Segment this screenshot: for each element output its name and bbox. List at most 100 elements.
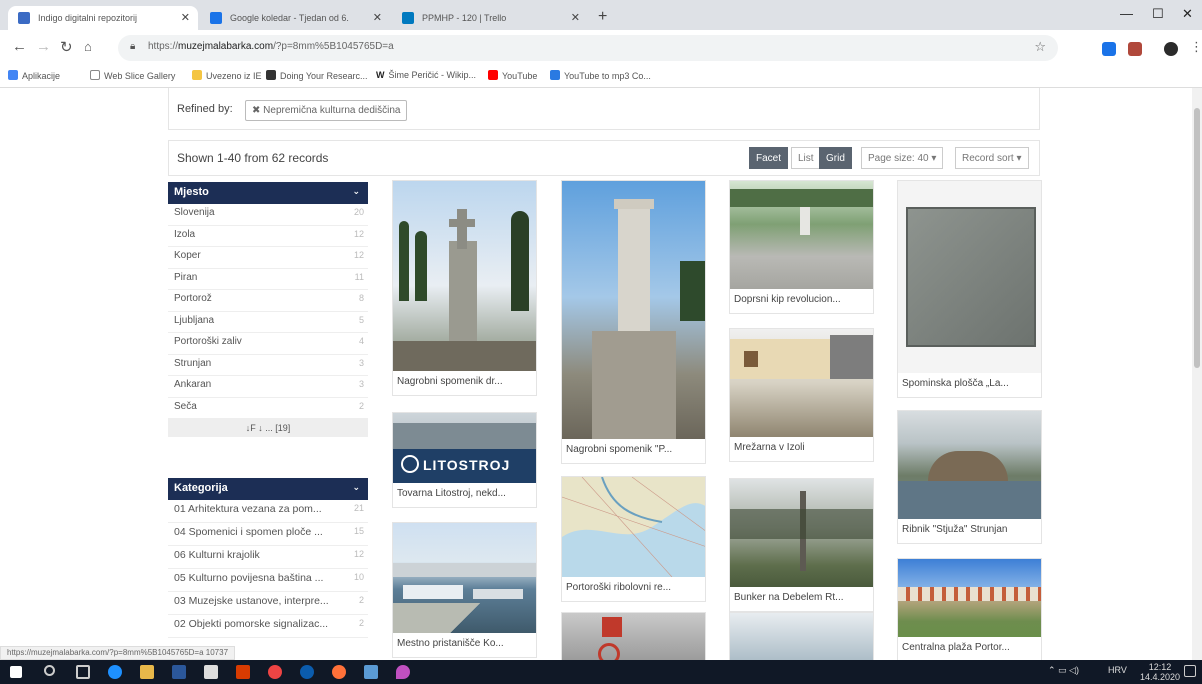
record-card[interactable]: LITOSTROJ Tovarna Litostroj, nekd...: [392, 412, 537, 508]
star-icon[interactable]: ☆: [1034, 39, 1046, 55]
record-card[interactable]: Bunker na Debelem Rt...: [729, 478, 874, 612]
record-card[interactable]: Spominska plošča „La...: [897, 180, 1042, 398]
extension-icon[interactable]: [1128, 42, 1142, 56]
bookmark-research[interactable]: Doing Your Researc...: [266, 70, 368, 81]
record-thumbnail: [898, 411, 1041, 519]
maximize-icon[interactable]: ☐: [1152, 6, 1164, 22]
bookmark-youtube[interactable]: YouTube: [488, 70, 537, 81]
scrollbar-thumb[interactable]: [1194, 108, 1200, 368]
bookmark-label: YouTube to mp3 Co...: [564, 71, 651, 81]
firefox-icon[interactable]: [332, 665, 346, 679]
task-view-icon[interactable]: [76, 665, 90, 679]
facet-item[interactable]: Portoroški zaliv 4: [168, 333, 368, 355]
extension-icon[interactable]: [1102, 42, 1116, 56]
chevron-down-icon[interactable]: ⌄: [352, 482, 360, 493]
facet-item[interactable]: Portorož 8: [168, 290, 368, 312]
facet-item[interactable]: 04 Spomenici i spomen ploče ... 15: [168, 523, 368, 546]
chrome-icon[interactable]: [268, 665, 282, 679]
results-bar: Shown 1-40 from 62 records Facet List Gr…: [168, 140, 1040, 176]
record-card[interactable]: [561, 612, 706, 664]
facet-item-label: 01 Arhitektura vezana za pom...: [174, 503, 322, 515]
facet-button[interactable]: Facet: [749, 147, 789, 169]
facet-item[interactable]: Strunjan 3: [168, 355, 368, 376]
bookmark-ie[interactable]: Uvezeno iz IE: [192, 70, 262, 81]
search-icon[interactable]: [44, 665, 55, 676]
tray-icons[interactable]: ⌃ ▭ ◁): [1048, 665, 1079, 676]
facet-item[interactable]: Seča 2: [168, 398, 368, 419]
facet-item[interactable]: Slovenija 20: [168, 204, 368, 226]
window-close-icon[interactable]: ✕: [1182, 6, 1193, 22]
bookmark-youtube-mp3[interactable]: YouTube to mp3 Co...: [550, 70, 651, 81]
record-sort-dropdown[interactable]: Record sort ▾: [955, 147, 1029, 169]
profile-avatar[interactable]: [1164, 42, 1178, 56]
record-card[interactable]: Doprsni kip revolucion...: [729, 180, 874, 314]
facet-item[interactable]: Piran 11: [168, 269, 368, 290]
remove-filter-icon[interactable]: ✖: [252, 105, 263, 116]
list-view-button[interactable]: List: [791, 147, 821, 169]
tab-title: PPMHP - 120 | Trello: [422, 13, 507, 23]
close-icon[interactable]: ✕: [571, 6, 580, 30]
facet-item[interactable]: 01 Arhitektura vezana za pom... 21: [168, 500, 368, 523]
facet-item[interactable]: Ljubljana 5: [168, 312, 368, 333]
bookmark-apps[interactable]: Aplikacije: [8, 70, 60, 81]
record-card[interactable]: Mrežarna v Izoli: [729, 328, 874, 462]
refine-chip[interactable]: ✖ Nepremična kulturna dediščina: [245, 100, 408, 121]
record-card[interactable]: Nagrobni spomenik "P...: [561, 180, 706, 464]
close-icon[interactable]: ✕: [181, 6, 190, 30]
app-icon[interactable]: [300, 665, 314, 679]
facet-item[interactable]: Ankaran 3: [168, 376, 368, 398]
map-thumbnail-graphic: [562, 477, 705, 577]
page-scrollbar[interactable]: [1192, 88, 1202, 664]
file-explorer-icon[interactable]: [140, 665, 154, 679]
edge-icon[interactable]: [108, 665, 122, 679]
language-indicator[interactable]: HRV: [1108, 665, 1127, 675]
reload-icon[interactable]: ↻: [60, 38, 73, 56]
calendar-icon: [210, 12, 222, 24]
record-card[interactable]: Portoroški ribolovni re...: [561, 476, 706, 602]
record-card[interactable]: Centralna plaža Portor...: [897, 558, 1042, 662]
facet-item-count: 3: [358, 357, 364, 368]
tab-google-calendar[interactable]: Google koledar - Tjedan od 6. ✕: [200, 6, 390, 30]
facet-item[interactable]: Izola 12: [168, 226, 368, 247]
new-tab-icon[interactable]: +: [598, 8, 607, 26]
record-card[interactable]: [729, 612, 874, 664]
facet-item[interactable]: 05 Kulturno povijesna baština ... 10: [168, 569, 368, 592]
tab-indigo[interactable]: Indigo digitalni repozitorij ✕: [8, 6, 198, 30]
facet-controls[interactable]: ↓F ↓ ... [19]: [168, 419, 368, 437]
bookmark-web-slice[interactable]: Web Slice Gallery: [90, 70, 175, 81]
minimize-icon[interactable]: —: [1120, 6, 1133, 21]
bookmark-wikipedia[interactable]: W Šime Peričić - Wikip...: [376, 70, 476, 80]
litostroj-logo-text: LITOSTROJ: [423, 457, 511, 473]
app-icon[interactable]: [364, 665, 378, 679]
word-icon[interactable]: [172, 665, 186, 679]
powerpoint-icon[interactable]: [236, 665, 250, 679]
back-arrow-icon[interactable]: ←: [12, 38, 27, 55]
store-icon[interactable]: [204, 665, 218, 679]
address-bar[interactable]: 🔒︎ https://muzejmalabarka.com/?p=8mm%5B1…: [118, 35, 1058, 61]
notifications-icon[interactable]: [1184, 665, 1196, 677]
close-icon[interactable]: ✕: [373, 6, 382, 30]
facet-header[interactable]: Mjesto ⌄: [168, 182, 368, 204]
grid-view-button[interactable]: Grid: [819, 147, 852, 169]
facet-mjesto: Mjesto ⌄ Slovenija 20 Izola 12 Koper 12 Pira…: [168, 182, 368, 437]
home-icon[interactable]: ⌂: [84, 39, 92, 54]
page-size-dropdown[interactable]: Page size: 40 ▾: [861, 147, 944, 169]
record-caption: Mrežarna v Izoli: [734, 442, 805, 453]
menu-dots-icon[interactable]: ⋮: [1190, 39, 1202, 55]
record-caption: Doprsni kip revolucion...: [734, 294, 841, 305]
chevron-down-icon[interactable]: ⌄: [352, 186, 360, 197]
facet-item-count: 2: [358, 595, 364, 605]
tab-trello[interactable]: PPMHP - 120 | Trello ✕: [392, 6, 588, 30]
facet-item[interactable]: Koper 12: [168, 247, 368, 269]
maps-icon[interactable]: [396, 665, 410, 679]
forward-arrow-icon[interactable]: →: [36, 38, 51, 55]
facet-header[interactable]: Kategorija ⌄: [168, 478, 368, 500]
facet-item[interactable]: 02 Objekti pomorske signalizac... 2: [168, 615, 368, 638]
facet-item[interactable]: 03 Muzejske ustanove, interpre... 2: [168, 592, 368, 615]
record-card[interactable]: Nagrobni spomenik dr...: [392, 180, 537, 396]
facet-item[interactable]: 06 Kulturni krajolik 12: [168, 546, 368, 569]
record-card[interactable]: Mestno pristanišče Ko...: [392, 522, 537, 658]
record-card[interactable]: Ribnik "Stjuža" Strunjan: [897, 410, 1042, 544]
clock[interactable]: 12:12 14.4.2020: [1140, 662, 1180, 682]
windows-start-icon[interactable]: [10, 666, 22, 678]
